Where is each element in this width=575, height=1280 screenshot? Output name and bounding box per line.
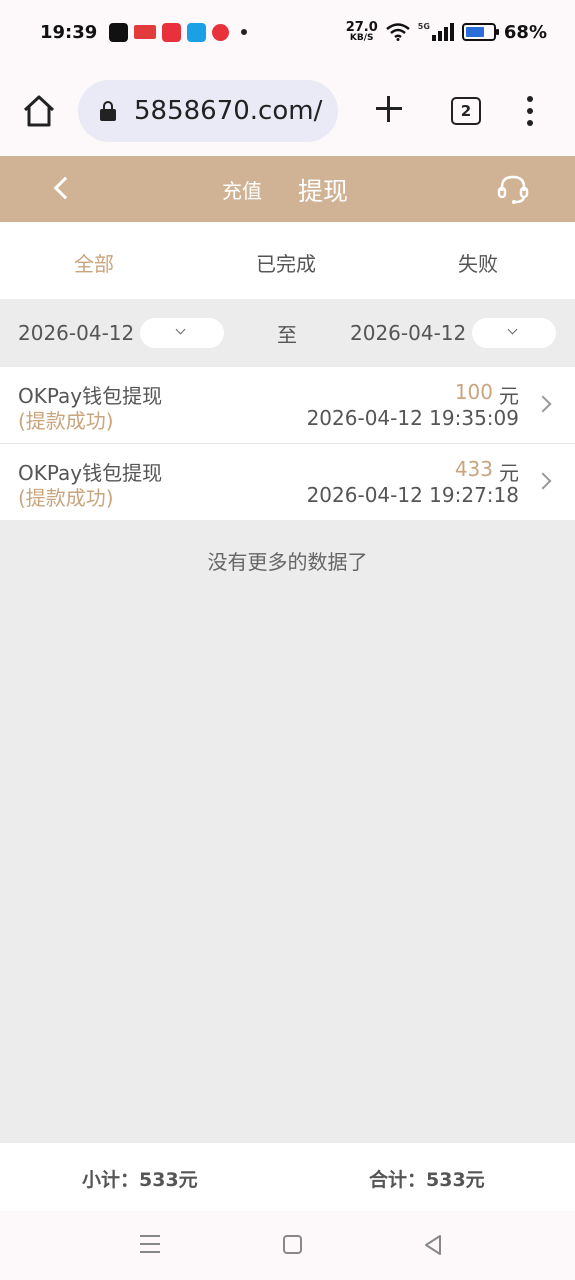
signal-icon: 5G <box>418 23 454 41</box>
end-date[interactable]: 2026-04-12 <box>350 321 466 345</box>
notification-icons <box>109 22 248 42</box>
address-bar[interactable]: 5858670.com/ <box>78 80 338 142</box>
chevron-down-icon <box>507 324 518 335</box>
more-menu-button[interactable] <box>520 96 540 126</box>
record-status: (提款成功) <box>18 409 114 433</box>
record-time: 2026-04-12 19:27:18 <box>306 483 519 507</box>
video-app-icon <box>212 23 230 41</box>
record-status: (提款成功) <box>18 486 114 510</box>
more-notifications-dot-icon <box>241 29 248 35</box>
back-button[interactable] <box>48 174 76 204</box>
filter-failed[interactable]: 失败 <box>458 248 498 277</box>
recent-apps-icon[interactable] <box>140 1235 160 1253</box>
page-header: 充值 提现 <box>0 156 575 222</box>
status-bar: 19:39 27.0 KB/S 5G 68% <box>0 0 575 64</box>
browser-toolbar: 5858670.com/ 2 <box>0 64 575 156</box>
list-item[interactable]: OKPay钱包提现 (提款成功) 100 元 2026-04-12 19:35:… <box>0 367 575 443</box>
battery-percent: 68% <box>503 21 547 43</box>
record-time: 2026-04-12 19:35:09 <box>306 406 519 430</box>
chevron-right-icon <box>534 472 552 490</box>
lock-icon <box>100 101 116 121</box>
new-tab-button[interactable] <box>372 92 406 126</box>
back-triangle-icon[interactable] <box>423 1234 443 1256</box>
battery-icon <box>461 23 499 41</box>
record-unit: 元 <box>499 384 519 408</box>
customer-service-headset-icon[interactable] <box>496 172 530 206</box>
system-nav-bar <box>0 1211 575 1280</box>
record-amount: 433 <box>454 457 493 481</box>
e-app-icon <box>187 22 207 42</box>
status-right: 27.0 KB/S 5G 68% <box>345 19 547 43</box>
url-text: 5858670.com/ <box>134 96 323 126</box>
network-speed: 27.0 KB/S <box>345 19 378 43</box>
filter-completed[interactable]: 已完成 <box>256 248 316 277</box>
end-date-picker[interactable] <box>472 318 556 348</box>
totals-footer: 小计：533元 合计：533元 <box>0 1143 575 1211</box>
total: 合计：533元 <box>369 1169 485 1191</box>
filter-all[interactable]: 全部 <box>74 248 114 277</box>
list-item[interactable]: OKPay钱包提现 (提款成功) 433 元 2026-04-12 19:27:… <box>0 444 575 520</box>
record-amount-group: 433 元 <box>455 457 519 486</box>
no-more-data-text: 没有更多的数据了 <box>207 550 368 574</box>
record-amount-group: 100 元 <box>455 380 519 409</box>
start-date[interactable]: 2026-04-12 <box>18 321 134 345</box>
home-icon[interactable] <box>20 92 58 130</box>
record-unit: 元 <box>499 461 519 485</box>
tab-switcher-button[interactable]: 2 <box>451 97 481 125</box>
tab-recharge[interactable]: 充值 <box>222 175 262 204</box>
status-filter-tabs: 全部 已完成 失败 <box>0 222 575 299</box>
date-separator: 至 <box>277 323 297 347</box>
tiktok-icon <box>109 22 129 42</box>
chevron-down-icon <box>175 324 186 335</box>
tab-withdraw[interactable]: 提现 <box>298 172 348 208</box>
home-square-icon[interactable] <box>283 1235 302 1254</box>
toutiao-icon <box>134 25 157 39</box>
subtotal: 小计：533元 <box>82 1169 198 1191</box>
start-date-picker[interactable] <box>140 318 224 348</box>
wifi-icon <box>385 23 410 41</box>
status-time: 19:39 <box>40 21 98 43</box>
record-amount: 100 <box>454 380 493 404</box>
music-app-icon <box>162 22 182 42</box>
chevron-right-icon <box>534 395 552 413</box>
date-range-row: 2026-04-12 至 2026-04-12 <box>0 299 575 367</box>
